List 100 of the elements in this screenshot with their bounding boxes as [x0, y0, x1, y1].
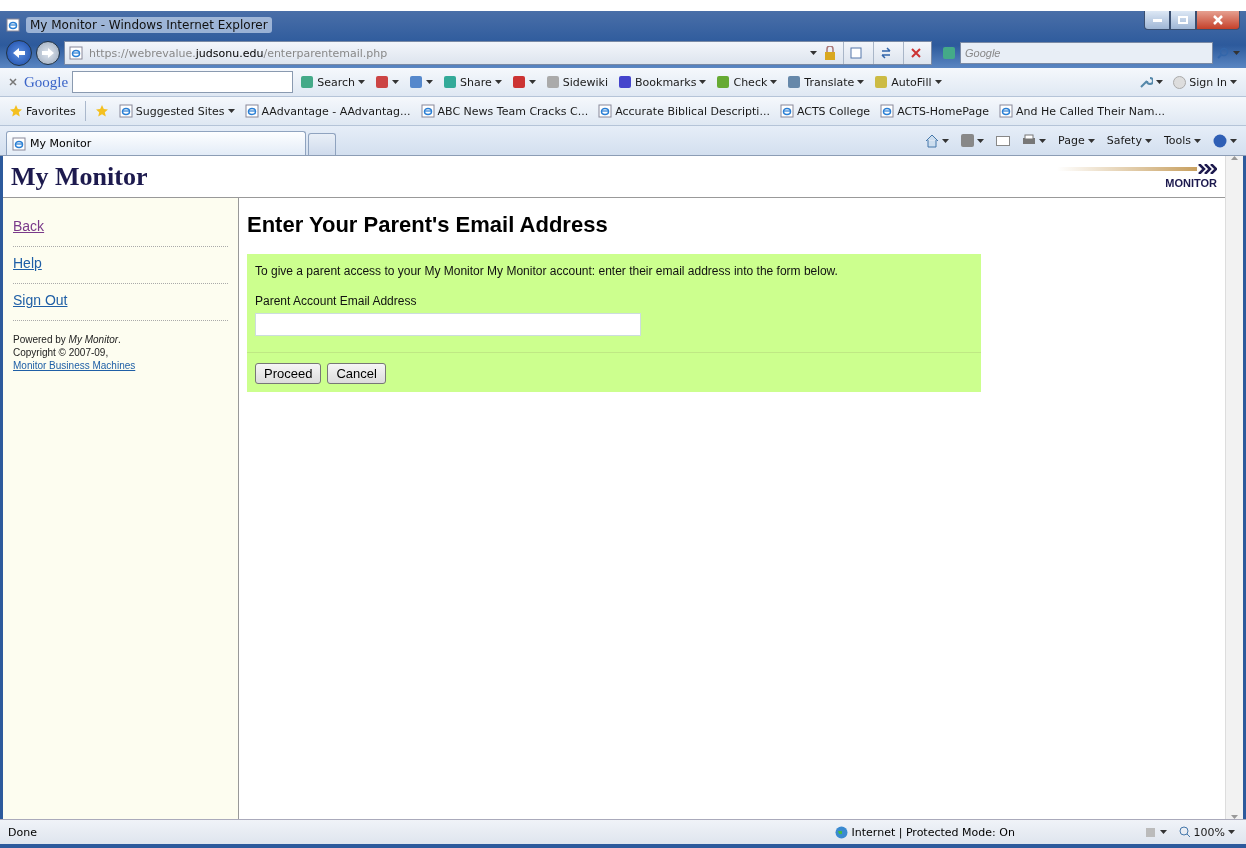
sidebar-link[interactable]: Back — [13, 210, 228, 247]
ie-page-icon — [598, 104, 613, 118]
toolbar-icon — [942, 46, 956, 60]
caret-icon — [1233, 51, 1240, 55]
circle-icon — [1173, 75, 1187, 89]
star-icon — [94, 104, 109, 118]
ie-page-icon — [6, 17, 20, 32]
toolbar-menu-button[interactable]: Check — [713, 74, 781, 90]
copyright-text: Copyright © 2007-09, — [13, 346, 110, 359]
forward-arrow-icon — [41, 47, 55, 59]
favorites-button[interactable]: Favorites — [6, 103, 79, 119]
toolbar-icon — [618, 75, 632, 89]
caret-icon — [1228, 830, 1235, 834]
close-icon — [9, 78, 17, 86]
minimize-button[interactable] — [1144, 11, 1170, 30]
page-heading: Enter Your Parent's Email Address — [247, 212, 609, 238]
email-input-field[interactable] — [255, 313, 641, 336]
toolbar-menu-button[interactable]: Search — [297, 74, 368, 90]
toolbar-icon — [374, 75, 389, 89]
caret-icon — [1039, 138, 1047, 143]
scrollbar[interactable] — [1225, 156, 1243, 819]
security-zone: Internet | Protected Mode: On — [834, 825, 1135, 839]
company-link[interactable]: Monitor Business Machines — [13, 359, 228, 372]
caret-icon — [494, 80, 502, 84]
caret-icon — [1144, 138, 1152, 143]
close-button[interactable] — [1196, 11, 1240, 30]
favorite-link[interactable]: ABC News Team Cracks C... — [417, 103, 592, 119]
wrench-icon — [1139, 75, 1154, 89]
caret-icon — [391, 80, 399, 84]
window-title: My Monitor - Windows Internet Explorer — [26, 16, 272, 33]
favorites-menu-button[interactable]: Suggested Sites — [115, 103, 238, 119]
star-icon — [9, 104, 23, 118]
home-icon — [925, 133, 940, 148]
status-text: Done — [8, 825, 38, 839]
toolbar-icon — [408, 75, 423, 89]
ie-page-icon — [779, 104, 794, 118]
maximize-button[interactable] — [1170, 11, 1196, 30]
favorite-link[interactable]: AAdvantage - AAdvantag... — [241, 103, 414, 119]
logo-text: MONITOR — [1165, 177, 1217, 189]
command-menu[interactable]: Page — [1055, 133, 1098, 148]
ie-page-icon — [998, 104, 1013, 118]
caret-icon — [857, 80, 865, 84]
sign-in-button[interactable]: Sign In — [1170, 74, 1240, 90]
favorite-link[interactable]: And He Called Their Nam... — [995, 103, 1168, 119]
caret-icon — [699, 80, 707, 84]
toolbar-close-button[interactable] — [6, 77, 20, 87]
toolbar-icon — [511, 75, 526, 89]
site-title: My Monitor — [11, 161, 148, 192]
caret-icon — [1230, 80, 1237, 84]
command-menu[interactable]: Safety — [1103, 133, 1155, 148]
search-field[interactable]: Google — [960, 42, 1213, 64]
back-arrow-icon — [12, 47, 26, 59]
refresh-icon — [879, 47, 892, 59]
toolbar-icon — [787, 75, 802, 89]
caret-icon — [770, 80, 778, 84]
toolbar-icon — [442, 75, 457, 89]
caret-icon — [528, 80, 536, 84]
favorite-link[interactable]: ACTS College — [776, 103, 874, 119]
page-icon — [849, 47, 862, 59]
browser-tab[interactable]: My Monitor — [6, 131, 306, 155]
options-icon — [1143, 825, 1157, 839]
ie-page-icon — [12, 136, 26, 151]
form-button[interactable]: Proceed — [255, 363, 322, 384]
globe-icon — [834, 825, 848, 839]
favorite-link[interactable]: Accurate Biblical Descripti... — [595, 103, 773, 119]
caret-icon — [934, 80, 942, 84]
caret-icon — [1159, 830, 1167, 834]
forward-button[interactable] — [36, 41, 60, 65]
ie-page-icon — [244, 104, 259, 118]
toolbar-menu-button[interactable]: Translate — [784, 74, 868, 90]
command-menu[interactable]: Tools — [1160, 133, 1204, 148]
magnifier-icon — [1178, 826, 1191, 838]
zoom-button[interactable]: 100% — [1175, 824, 1238, 840]
favorite-link[interactable]: ACTS-HomePage — [877, 103, 992, 119]
minimize-icon — [1152, 18, 1162, 22]
address-field[interactable]: https://webrevalue.judsonu.edu/enterparentemail.php — [64, 41, 932, 65]
maximize-icon — [1178, 16, 1188, 24]
form-button[interactable]: Cancel — [327, 363, 386, 384]
toolbar-search-field[interactable] — [72, 71, 294, 93]
caret-icon — [810, 51, 817, 55]
stop-icon — [910, 48, 921, 58]
toolbar-menu-button[interactable]: Bookmarks — [615, 74, 710, 90]
instructions-text: To give a parent access to your My Monitor My Monitor account: enter their email address into the form below. — [255, 264, 839, 278]
lock-icon — [823, 46, 837, 60]
toolbar-icon — [874, 75, 889, 89]
toolbar-menu-button[interactable]: Share — [439, 74, 505, 90]
ie-page-icon — [118, 104, 133, 118]
toolbar-brand: Google — [24, 73, 69, 91]
sidebar-link[interactable]: Help — [13, 247, 228, 284]
caret-icon — [977, 138, 985, 143]
field-label: Parent Account Email Address — [255, 294, 418, 308]
close-icon — [1213, 15, 1223, 25]
toolbar-menu-button[interactable]: AutoFill — [871, 74, 945, 90]
back-button[interactable] — [6, 40, 32, 66]
caret-icon — [1194, 138, 1201, 143]
printer-icon — [1022, 134, 1037, 147]
powered-by-text: Powered by My Monitor. — [13, 333, 122, 346]
toolbar-button[interactable]: Sidewiki — [542, 74, 611, 90]
caret-icon — [1230, 138, 1237, 143]
sidebar-link[interactable]: Sign Out — [13, 284, 228, 321]
